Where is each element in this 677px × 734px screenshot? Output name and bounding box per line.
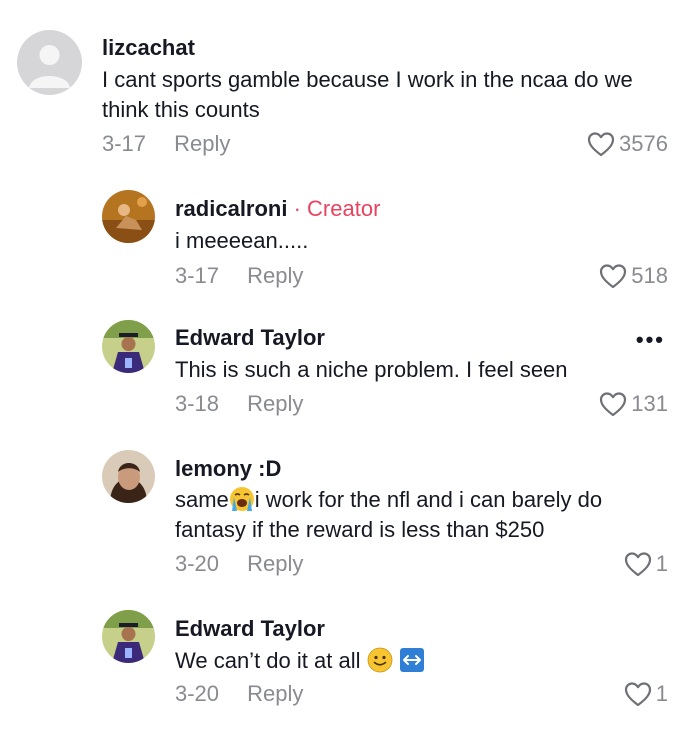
- comment-text: I cant sports gamble because I work in t…: [102, 67, 633, 122]
- loudly-crying-face-icon: [229, 487, 254, 511]
- avatar[interactable]: [17, 30, 82, 95]
- heart-icon: [600, 392, 627, 417]
- comment-date: 3-18: [175, 391, 220, 416]
- comment-meta: 3-17 Reply: [175, 263, 303, 289]
- reply-button[interactable]: Reply: [247, 551, 303, 576]
- like-count: 3576: [619, 131, 668, 156]
- like-button[interactable]: 1: [624, 551, 668, 577]
- comment-meta: 3-18 Reply: [175, 391, 303, 417]
- avatar[interactable]: [102, 190, 155, 243]
- photo-avatar-icon: [102, 610, 155, 663]
- username[interactable]: radicalroni · Creator: [175, 196, 380, 222]
- heart-icon: [624, 552, 651, 577]
- username-text: radicalroni: [175, 196, 288, 221]
- default-avatar-icon: [17, 30, 82, 95]
- comment-text-part: same: [175, 487, 229, 512]
- photo-avatar-icon: [102, 450, 155, 503]
- username[interactable]: lemony :D: [175, 456, 281, 482]
- reply-button[interactable]: Reply: [247, 681, 303, 706]
- like-count: 518: [631, 263, 668, 288]
- username[interactable]: Edward Taylor: [175, 616, 325, 642]
- comment-text: We can’t do it at all: [175, 646, 677, 676]
- more-options-button[interactable]: •••: [636, 327, 665, 353]
- reply-button[interactable]: Reply: [247, 263, 303, 288]
- like-count: 1: [655, 681, 668, 706]
- reply-button[interactable]: Reply: [247, 391, 303, 416]
- heart-icon: [587, 132, 615, 157]
- like-button[interactable]: 1: [624, 681, 668, 707]
- heart-icon: [600, 264, 627, 289]
- comment-text: This is such a niche problem. I feel see…: [175, 357, 568, 382]
- creator-badge: · Creator: [293, 196, 381, 221]
- comment-meta: 3-20 Reply: [175, 551, 303, 577]
- comment-meta: 3-17 Reply: [102, 131, 230, 157]
- heart-icon: [624, 682, 651, 707]
- like-button[interactable]: 131: [599, 391, 668, 417]
- comment-date: 3-20: [175, 681, 220, 706]
- reply-button[interactable]: Reply: [174, 131, 230, 156]
- like-button[interactable]: 518: [599, 263, 668, 289]
- avatar[interactable]: [102, 610, 155, 663]
- username[interactable]: lizcachat: [102, 35, 195, 61]
- comment-meta: 3-20 Reply: [175, 681, 303, 707]
- avatar[interactable]: [102, 450, 155, 503]
- left-right-arrow-icon: [399, 648, 424, 672]
- photo-avatar-icon: [102, 190, 155, 243]
- slightly-smiling-face-icon: [367, 647, 392, 673]
- like-count: 131: [631, 391, 668, 416]
- comment-date: 3-17: [102, 131, 147, 156]
- comment-date: 3-17: [175, 263, 220, 288]
- comment-text: same i work for the nfl and i can barely…: [175, 485, 665, 545]
- like-button[interactable]: 3576: [587, 131, 668, 157]
- photo-avatar-icon: [102, 320, 155, 373]
- comment-text: i meeeean.....: [175, 228, 309, 253]
- comment-text-part: We can’t do it at all: [175, 648, 361, 673]
- comment-date: 3-20: [175, 551, 220, 576]
- username[interactable]: Edward Taylor: [175, 325, 325, 351]
- avatar[interactable]: [102, 320, 155, 373]
- like-count: 1: [655, 551, 668, 576]
